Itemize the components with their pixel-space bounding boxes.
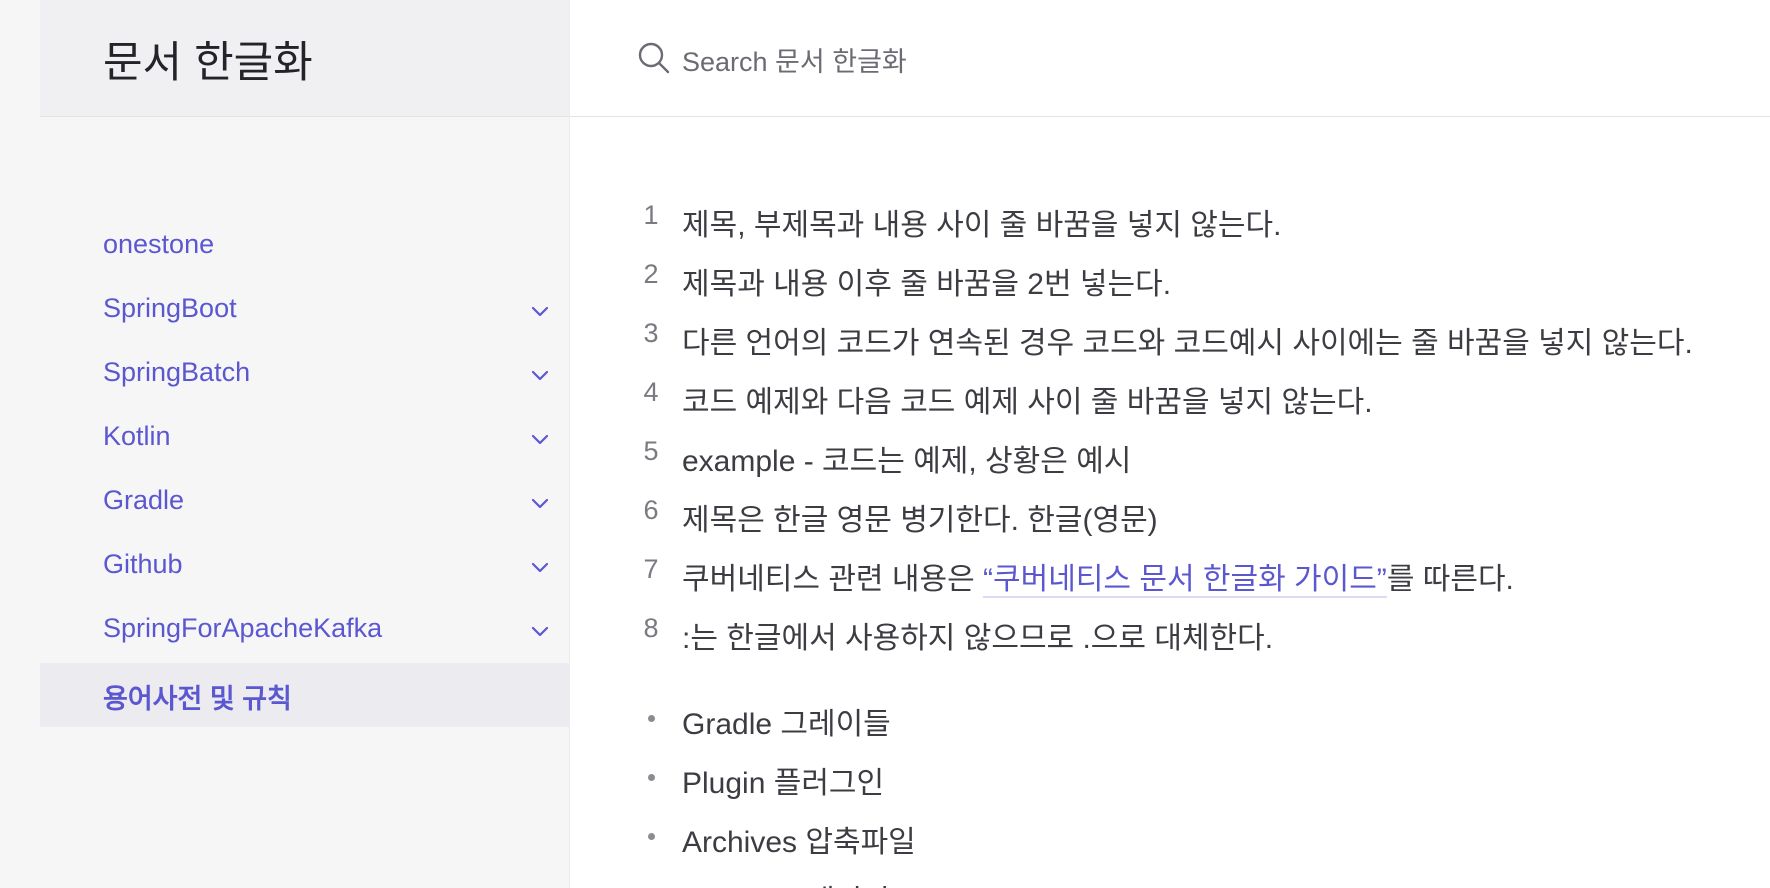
- top-bar: Search 문서 한글화: [570, 0, 1770, 117]
- list-item-text: example - 코드는 예제, 상황은 예시: [682, 445, 1132, 478]
- sidebar-item-label: Github: [103, 549, 183, 579]
- bullet-icon: [648, 715, 655, 722]
- list-item-text: 다른 언어의 코드가 연속된 경우 코드와 코드예시 사이에는 줄 바꿈을 넣지…: [682, 327, 1693, 360]
- sidebar-item-label: SpringBatch: [103, 357, 251, 387]
- list-item-text: 코드 예제와 다음 코드 예제 사이 줄 바꿈을 넣지 않는다.: [682, 386, 1373, 419]
- sidebar-item-glossary[interactable]: 용어사전 및 규칙: [40, 663, 569, 727]
- site-title[interactable]: 문서 한글화: [103, 28, 313, 90]
- sidebar-header: 문서 한글화: [40, 0, 569, 117]
- list-number: 4: [643, 377, 659, 407]
- list-number: 7: [643, 554, 659, 584]
- list-item-text-before: 쿠버네티스 관련 내용은: [682, 563, 984, 596]
- glossary-item-text: Plugin 플러그인: [682, 767, 885, 800]
- list-item-text: 제목, 부제목과 내용 사이 줄 바꿈을 넣지 않는다.: [682, 209, 1282, 242]
- list-number: 6: [643, 495, 659, 525]
- chevron-down-icon[interactable]: [528, 491, 552, 515]
- list-number: 5: [643, 436, 659, 466]
- search-icon[interactable]: [636, 40, 672, 76]
- sidebar: 문서 한글화 onestone SpringBoot SpringBatch K…: [0, 0, 570, 888]
- list-number: 1: [643, 200, 659, 230]
- sidebar-item-label: Kotlin: [103, 421, 171, 451]
- sidebar-item-label: Gradle: [103, 485, 185, 515]
- bullet-icon: [648, 833, 655, 840]
- search-input[interactable]: Search 문서 한글화: [682, 40, 907, 79]
- chevron-down-icon[interactable]: [528, 299, 552, 323]
- sidebar-item-onestone[interactable]: onestone: [40, 215, 569, 279]
- sidebar-item-springboot[interactable]: SpringBoot: [40, 279, 569, 343]
- bullet-icon: [648, 774, 655, 781]
- sidebar-item-label: onestone: [103, 229, 215, 259]
- sidebar-item-github[interactable]: Github: [40, 535, 569, 599]
- sidebar-nav: onestone SpringBoot SpringBatch Kotlin G…: [40, 215, 569, 727]
- list-number: 8: [643, 613, 659, 643]
- sidebar-item-label: SpringBoot: [103, 293, 237, 323]
- glossary-item-text: Archives 압축파일: [682, 826, 916, 859]
- sidebar-item-springforapachekafka[interactable]: SpringForApacheKafka: [40, 599, 569, 663]
- glossary-item-text: Package 패키지: [682, 876, 890, 888]
- sidebar-item-gradle[interactable]: Gradle: [40, 471, 569, 535]
- sidebar-item-kotlin[interactable]: Kotlin: [40, 407, 569, 471]
- main-content: 1 제목, 부제목과 내용 사이 줄 바꿈을 넣지 않는다. 2 제목과 내용 …: [570, 116, 1770, 888]
- chevron-down-icon[interactable]: [528, 363, 552, 387]
- sidebar-item-label: 용어사전 및 규칙: [103, 684, 292, 714]
- k8s-guide-link[interactable]: “쿠버네티스 문서 한글화 가이드”: [983, 563, 1387, 598]
- chevron-down-icon[interactable]: [528, 427, 552, 451]
- list-item-text: 제목과 내용 이후 줄 바꿈을 2번 넣는다.: [682, 268, 1172, 301]
- sidebar-item-springbatch[interactable]: SpringBatch: [40, 343, 569, 407]
- chevron-down-icon[interactable]: [528, 619, 552, 643]
- glossary-item-text: Gradle 그레이들: [682, 708, 891, 741]
- list-item-text-after: 를 따른다.: [1386, 563, 1514, 596]
- list-number: 2: [643, 259, 659, 289]
- sidebar-item-label: SpringForApacheKafka: [103, 613, 383, 643]
- list-item-text: 제목은 한글 영문 병기한다. 한글(영문): [682, 504, 1158, 537]
- list-number: 3: [643, 318, 659, 348]
- list-item-text: 쿠버네티스 관련 내용은 “쿠버네티스 문서 한글화 가이드”를 따른다.: [682, 554, 1514, 598]
- list-item-text: :는 한글에서 사용하지 않으므로 .으로 대체한다.: [682, 622, 1274, 655]
- chevron-down-icon[interactable]: [528, 555, 552, 579]
